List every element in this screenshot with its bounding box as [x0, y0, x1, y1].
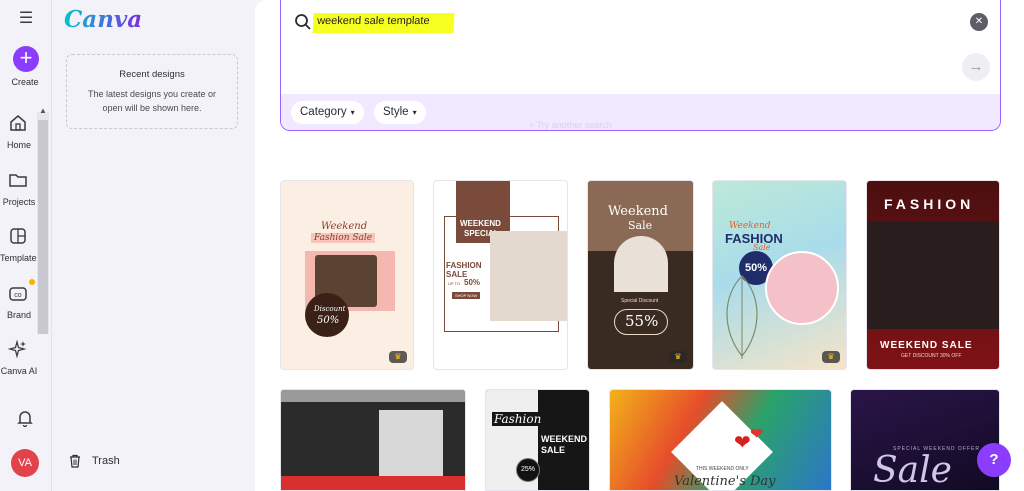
search-icon — [295, 14, 311, 30]
avatar[interactable]: VA — [11, 449, 39, 477]
template-text: Weekend — [321, 221, 368, 232]
premium-badge-icon — [29, 279, 35, 285]
rail-label-projects[interactable]: Projects — [0, 197, 38, 207]
template-text: Weekend — [729, 221, 771, 231]
trash-link[interactable]: Trash — [68, 454, 120, 468]
template-card[interactable]: Weekend Fashion Sale Discount 50% ♛ — [280, 180, 414, 370]
rail-label-brand[interactable]: Brand — [0, 310, 38, 320]
template-text: THIS WEEKEND ONLY — [696, 466, 749, 472]
template-card[interactable] — [280, 389, 466, 491]
recent-designs-empty-state: Recent designs The latest designs you cr… — [66, 54, 238, 129]
template-photo — [490, 231, 567, 321]
template-card[interactable]: FASHION WEEKEND SALE GET DISCOUNT 30% OF… — [866, 180, 1000, 370]
sparkle-icon[interactable] — [8, 339, 28, 359]
left-rail: ☰ + Create Home Projects Templates co Br… — [0, 0, 52, 491]
template-graphic — [614, 236, 668, 292]
svg-text:co: co — [14, 292, 22, 299]
template-text: Valentine's Day — [674, 474, 776, 489]
template-text: Weekend — [608, 204, 668, 219]
clear-search-button[interactable]: ✕ — [970, 13, 988, 31]
template-card[interactable]: SPECIAL WEEKEND OFFER Sale — [850, 389, 1000, 491]
template-text: Fashion — [492, 412, 544, 426]
help-button[interactable]: ? — [977, 443, 1011, 477]
template-photo — [867, 221, 999, 329]
create-button[interactable]: + — [13, 46, 39, 72]
canva-logo[interactable]: Canva — [64, 6, 142, 33]
discount-circle: 25% — [516, 458, 540, 482]
side-panel: Canva Recent designs The latest designs … — [52, 0, 255, 491]
template-photo — [765, 251, 839, 325]
premium-crown-icon: ♛ — [389, 351, 407, 363]
trash-label: Trash — [92, 454, 120, 467]
template-text: Sale — [873, 450, 952, 491]
template-text: Sale — [628, 219, 653, 232]
template-card[interactable]: Weekend FASHION Sale 50% ♛ — [712, 180, 847, 370]
rail-label-create: Create — [11, 77, 39, 87]
category-filter[interactable]: Category ▾ — [291, 101, 364, 124]
recent-designs-description: The latest designs you create or open wi… — [87, 89, 217, 113]
trash-icon — [70, 454, 80, 468]
heart-icon: ❤ — [750, 426, 764, 443]
chevron-down-icon: ▾ — [412, 108, 417, 117]
search-popup: weekend sale template ✕ → Category ▾ Styl… — [280, 0, 1001, 131]
template-text: Special Discount — [621, 298, 659, 304]
template-text: SALE — [541, 445, 566, 455]
template-graphic — [281, 390, 465, 402]
template-text: 50% — [317, 315, 340, 326]
submit-search-button[interactable]: → — [962, 53, 990, 81]
search-input[interactable]: weekend sale template — [312, 13, 455, 33]
premium-crown-icon: ♛ — [822, 351, 840, 363]
scroll-up-icon[interactable]: ▲ — [39, 106, 47, 115]
home-icon[interactable] — [8, 113, 28, 133]
faint-hint: + Try another search — [529, 120, 612, 130]
template-card[interactable]: Weekend Sale Special Discount 55% ♛ — [587, 180, 694, 370]
heart-icon: ❤ — [734, 432, 751, 454]
chevron-down-icon: ▾ — [350, 108, 355, 117]
template-card[interactable]: ❤ ❤ THIS WEEKEND ONLY Valentine's Day — [609, 389, 832, 491]
rail-label-templates[interactable]: Templates — [0, 253, 38, 263]
premium-crown-icon: ♛ — [669, 351, 687, 363]
recent-designs-title: Recent designs — [119, 69, 185, 80]
template-card[interactable]: WEEKEND SPECIAL FASHION SALE UP TO 50% S… — [433, 180, 568, 370]
template-card[interactable]: Fashion WEEKEND SALE 25% — [485, 389, 590, 491]
close-icon: ✕ — [974, 16, 984, 27]
scrollbar-thumb[interactable] — [38, 120, 48, 334]
rail-label-home[interactable]: Home — [0, 140, 38, 150]
template-text: FASHION — [446, 261, 482, 270]
folder-icon[interactable] — [8, 170, 28, 190]
template-text: 55% — [625, 312, 659, 330]
template-text: SHOP NOW — [452, 292, 481, 299]
template-text: WEEKEND — [541, 434, 588, 444]
template-text: Fashion Sale — [311, 233, 376, 243]
rail-scrollbar[interactable]: ▲ — [37, 106, 49, 334]
arrow-right-icon: → — [968, 58, 984, 75]
template-text: 50% — [464, 278, 481, 287]
templates-icon[interactable] — [8, 226, 28, 246]
template-banner — [281, 476, 465, 490]
plus-icon: + — [19, 45, 33, 70]
template-text: Discount — [314, 305, 346, 313]
template-text: GET DISCOUNT 30% OFF — [901, 353, 962, 359]
brand-icon[interactable]: co — [8, 283, 28, 303]
style-filter[interactable]: Style ▾ — [374, 101, 426, 124]
bell-icon[interactable] — [15, 408, 35, 428]
style-filter-label: Style — [383, 106, 409, 118]
template-text: WEEKEND — [460, 219, 501, 228]
collapse-menu-icon[interactable]: ☰ — [16, 10, 36, 28]
template-text: WEEKEND SALE — [880, 340, 973, 351]
leaf-graphic — [726, 275, 758, 359]
rail-label-canva-ai[interactable]: Canva AI — [0, 366, 38, 376]
template-text: FASHION — [884, 196, 975, 212]
category-filter-label: Category — [300, 106, 347, 118]
template-text: UP TO — [448, 281, 461, 286]
